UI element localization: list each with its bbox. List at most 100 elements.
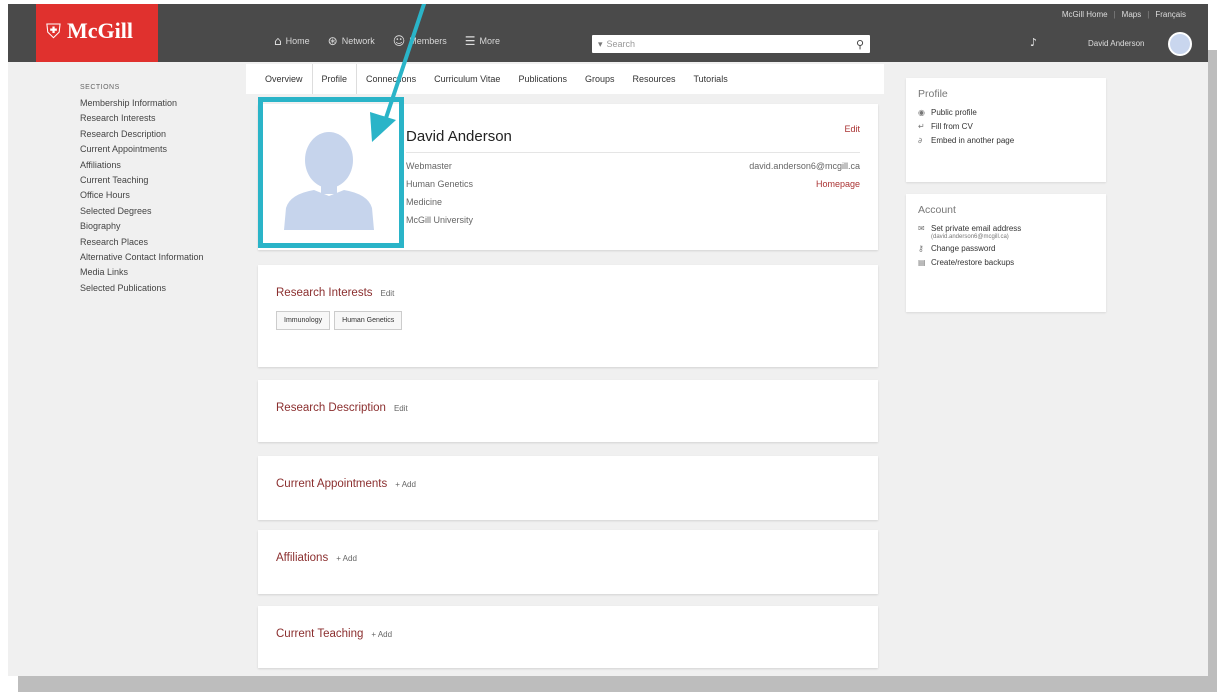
sidebar-item-research-interests[interactable]: Research Interests [80,111,204,126]
nav-members[interactable]: ☺ Members [393,34,447,48]
research-description-edit-link[interactable]: Edit [394,404,408,413]
affiliations-add-link[interactable]: + Add [336,554,357,563]
sidebar-item-research-places[interactable]: Research Places [80,235,204,250]
change-password-label: Change password [931,244,996,253]
top-bar: ⛨ McGill McGill Home | Maps | Français ⌂… [8,4,1208,62]
separator: | [1113,10,1116,19]
home-icon: ⌂ [274,34,282,48]
current-appointments-card: Current Appointments + Add [258,456,878,520]
tab-overview[interactable]: Overview [256,64,312,94]
nav-more-label: More [479,36,501,46]
sidebar-item-alternative-contact[interactable]: Alternative Contact Information [80,250,204,265]
section-title-text: Current Teaching [276,628,364,640]
key-icon: ⚷ [918,244,924,253]
tag-immunology[interactable]: Immunology [276,311,331,330]
utility-link-language[interactable]: Français [1155,10,1186,19]
profile-department: Human Genetics [406,179,474,189]
main-nav: ⌂ Home ⊛ Network ☺ Members ☰ More [274,34,500,48]
tab-groups[interactable]: Groups [576,64,624,94]
avatar[interactable] [1168,32,1192,56]
sections-sidebar: SECTIONS Membership Information Research… [80,84,204,296]
archive-icon: ▤ [918,258,926,267]
tag-human-genetics[interactable]: Human Genetics [334,311,403,330]
divider [406,152,860,153]
research-interests-edit-link[interactable]: Edit [381,289,395,298]
backups-link[interactable]: ▤ Create/restore backups [918,256,1094,270]
profile-edit-link[interactable]: Edit [844,124,860,134]
section-title-current-teaching: Current Teaching + Add [276,628,392,640]
network-icon: ⊛ [327,34,338,48]
section-title-text: Research Interests [276,287,373,299]
section-title-research-interests: Research Interests Edit [276,287,394,299]
members-icon: ☺ [392,34,406,48]
tab-tutorials[interactable]: Tutorials [685,64,737,94]
tab-curriculum-vitae[interactable]: Curriculum Vitae [425,64,509,94]
tab-resources[interactable]: Resources [623,64,684,94]
profile-title: Webmaster [406,161,452,171]
sidebar-item-current-teaching[interactable]: Current Teaching [80,173,204,188]
profile-institution: McGill University [406,215,474,225]
public-profile-label: Public profile [931,108,977,117]
embed-page-link[interactable]: ∂ Embed in another page [918,134,1094,148]
section-title-affiliations: Affiliations + Add [276,552,357,564]
link-icon: ∂ [918,136,923,145]
current-teaching-add-link[interactable]: + Add [371,630,392,639]
sidebar-item-research-description[interactable]: Research Description [80,127,204,142]
profile-faculty: Medicine [406,197,443,207]
research-interests-card: Research Interests Edit Immunology Human … [258,265,878,367]
profile-actions-panel: Profile ◉ Public profile ↵ Fill from CV … [906,78,1106,182]
envelope-icon: ✉ [918,224,925,233]
search-input[interactable]: ▾ Search ⚲ [592,35,870,53]
profile-homepage-link[interactable]: Homepage [816,179,860,189]
tab-connections[interactable]: Connections [357,64,425,94]
separator: | [1147,10,1150,19]
sidebar-item-office-hours[interactable]: Office Hours [80,188,204,203]
search-placeholder: Search [606,39,636,49]
nav-home[interactable]: ⌂ Home [274,34,310,48]
frame-shadow-bottom [18,676,1217,692]
mcgill-logo[interactable]: ⛨ McGill [36,4,158,62]
fill-from-cv-label: Fill from CV [931,122,973,131]
nav-network[interactable]: ⊛ Network [328,34,375,48]
public-profile-link[interactable]: ◉ Public profile [918,106,1094,120]
bell-icon[interactable]: ♪ [1030,36,1037,49]
change-password-link[interactable]: ⚷ Change password [918,242,1094,256]
sidebar-item-current-appointments[interactable]: Current Appointments [80,142,204,157]
arrow-icon: ↵ [918,122,925,131]
search-icon[interactable]: ⚲ [856,38,864,51]
user-name[interactable]: David Anderson [1088,39,1144,48]
profile-name: David Anderson [406,128,512,145]
sidebar-heading: SECTIONS [80,84,120,91]
sidebar-item-selected-degrees[interactable]: Selected Degrees [80,204,204,219]
current-appointments-add-link[interactable]: + Add [395,480,416,489]
brand-name: McGill [67,18,133,43]
sidebar-item-membership[interactable]: Membership Information [80,96,204,111]
utility-link-maps[interactable]: Maps [1122,10,1142,19]
section-title-text: Research Description [276,402,386,414]
sidebar-item-media-links[interactable]: Media Links [80,265,204,280]
profile-email[interactable]: david.anderson6@mcgill.ca [749,161,860,171]
section-title-research-description: Research Description Edit [276,402,408,414]
shield-icon: ⛨ [46,19,61,43]
sidebar-item-affiliations[interactable]: Affiliations [80,158,204,173]
research-interest-tags: Immunology Human Genetics [276,311,403,330]
section-title-current-appointments: Current Appointments + Add [276,478,416,490]
nav-more[interactable]: ☰ More [465,34,500,48]
affiliations-card: Affiliations + Add [258,530,878,594]
tab-profile[interactable]: Profile [311,64,358,94]
panel-title-profile: Profile [918,88,948,100]
page: ⛨ McGill McGill Home | Maps | Français ⌂… [8,4,1208,676]
nav-members-label: Members [409,36,447,46]
frame-shadow-right [1208,50,1217,690]
chevron-down-icon[interactable]: ▾ [598,39,603,50]
fill-from-cv-link[interactable]: ↵ Fill from CV [918,120,1094,134]
sidebar-item-biography[interactable]: Biography [80,219,204,234]
sidebar-item-selected-publications[interactable]: Selected Publications [80,281,204,296]
photo-highlight-box [258,97,404,248]
utility-link-home[interactable]: McGill Home [1062,10,1108,19]
tab-publications[interactable]: Publications [509,64,576,94]
private-email-value: (david.anderson6@mcgill.ca) [931,234,1009,240]
section-title-text: Current Appointments [276,478,388,490]
current-teaching-card: Current Teaching + Add [258,606,878,668]
embed-page-label: Embed in another page [931,136,1015,145]
